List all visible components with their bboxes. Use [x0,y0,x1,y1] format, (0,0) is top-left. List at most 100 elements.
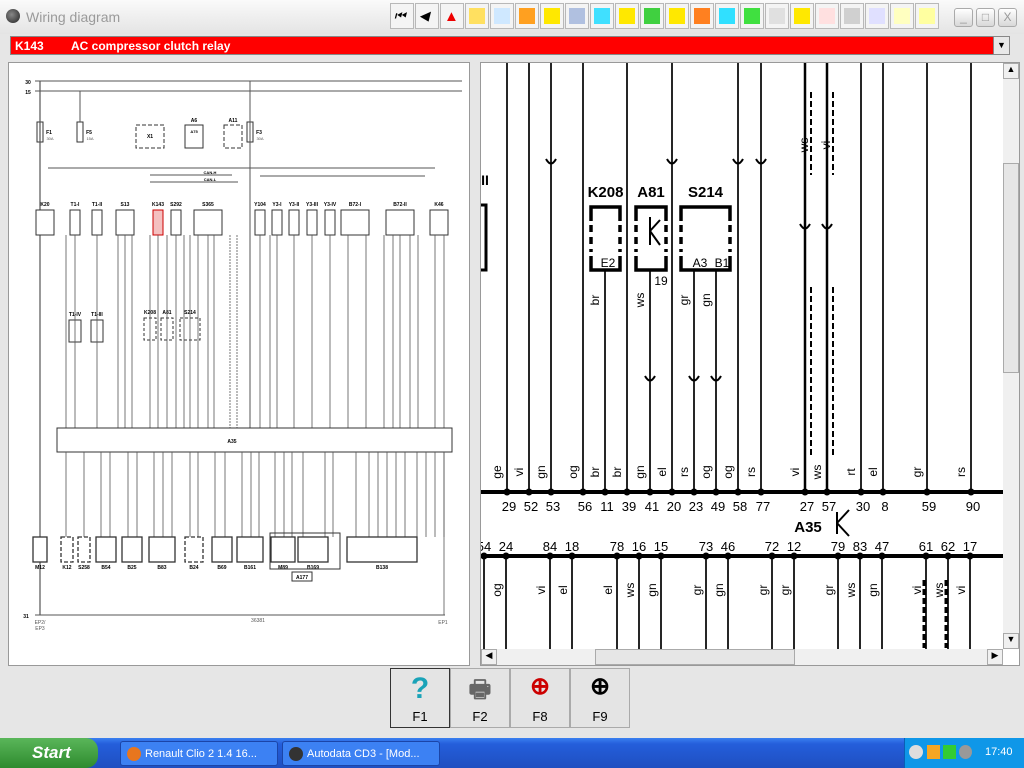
component-label: B24 [189,565,198,571]
pin-number: 23 [689,499,703,514]
pin-number: 83 [853,539,867,554]
selected-code: K143 [15,39,44,53]
component-label: B83 [157,565,166,571]
component-label: Y3-II [289,202,300,208]
minimize-button[interactable]: _ [954,8,973,27]
triangle-icon[interactable] [865,3,889,29]
warning-icon-glyph: ▲ [444,8,459,25]
maximize-button[interactable]: □ [976,8,995,27]
scroll-left-button[interactable]: ◀ [481,649,497,665]
pin-number: 78 [610,539,624,554]
relay-icon[interactable] [715,3,739,29]
scroll-right-button[interactable]: ▶ [987,649,1003,665]
wire-color: el [655,467,669,476]
key-icon-glyph [894,8,910,24]
printer-icon[interactable] [740,3,764,29]
tray-app-icon[interactable] [927,745,940,759]
rail-label: 15 [25,90,31,96]
pin-number: 72 [765,539,779,554]
component-label: A75 [190,129,198,134]
detail-diagram[interactable]: 29 ge 52 vi 53 gn 56 og 11 br 39 br 41 gn 20 el 23 rs 49 og… [477,62,1020,666]
tray-network-icon[interactable] [943,745,956,759]
service-icon[interactable] [815,3,839,29]
component-B24 [184,536,204,563]
first-page-icon[interactable]: ⏮ [390,3,414,29]
note-icon[interactable] [915,3,939,29]
warning-icon[interactable]: ▲ [440,3,464,29]
timing-icon-glyph [544,8,560,24]
fkey-f2-button[interactable]: 🖶 F2 [450,668,510,728]
pin-number: 12 [787,539,801,554]
wire-color: el [556,585,570,594]
injector-icon[interactable] [665,3,689,29]
component-label: S365 [202,202,214,208]
wire-color: gr [822,585,836,596]
document-icon[interactable] [765,3,789,29]
warning-lights-icon[interactable] [790,3,814,29]
detail-svg[interactable]: 29 ge 52 vi 53 gn 56 og 11 br 39 br 41 gn 20 el 23 rs 49 og… [477,63,1003,649]
close-button[interactable]: X [998,8,1017,27]
zoom-component-icon: ⊕ [529,673,551,700]
fkey-label: F1 [412,709,428,724]
key-icon[interactable] [890,3,914,29]
vertical-scrollbar[interactable]: ▲ ▼ [1003,63,1019,649]
scroll-up-button[interactable]: ▲ [1003,63,1019,79]
fkey-label: F9 [592,709,608,724]
component-label: K12 [62,565,71,571]
battery-icon[interactable] [615,3,639,29]
horizontal-scroll-thumb[interactable] [595,649,795,665]
wire-color: gn [866,583,880,596]
seat-icon-glyph [644,8,660,24]
scroll-down-button[interactable]: ▼ [1003,633,1019,649]
pin-number: 90 [966,499,980,514]
start-label: Start [32,743,71,762]
ecu-label: A35 [794,519,822,536]
spark-plug-icon[interactable] [690,3,714,29]
component-icon[interactable] [465,3,489,29]
wire-color: ws [623,583,637,599]
wire-color: ws [797,138,811,154]
pin-number: 16 [632,539,646,554]
fkey-f1-button[interactable]: ? F1 [390,668,450,728]
overview-svg[interactable]: 301531EP2/EP3EP136381F130AF515AF330ACAN-… [9,63,471,667]
tools-icon[interactable] [490,3,514,29]
pin-number: 17 [963,539,977,554]
component-label: M12 [35,565,45,571]
component-selector[interactable]: K143 AC compressor clutch relay ▼ [10,36,1010,55]
pin-number: 57 [822,499,836,514]
wire-color: vi [910,586,924,595]
fkey-f8-button[interactable]: ⊕ F8 [510,668,570,728]
engine-icon[interactable] [515,3,539,29]
fuse-rating: 30A [46,136,53,141]
task-autodata[interactable]: Autodata CD3 - [Mod... [282,741,440,766]
component-label: K46 [434,202,443,208]
start-button[interactable]: Start [0,738,98,768]
timing-icon[interactable] [540,3,564,29]
chevron-down-icon[interactable]: ▼ [993,37,1009,54]
wire-color: el [866,467,880,476]
diagnostic-icon[interactable] [590,3,614,29]
vertical-scroll-thumb[interactable] [1003,163,1019,373]
wheel-icon[interactable] [565,3,589,29]
seat-icon[interactable] [640,3,664,29]
component-K12 [60,536,74,563]
component-label: Y104 [254,202,266,208]
pin-label: A3 [693,256,708,270]
title-bar: Wiring diagram _ □ X ⏮ ◀ ▲ [0,0,1024,34]
wire-color: og [699,465,713,478]
wire-color: gr [756,585,770,596]
gear-icon[interactable] [840,3,864,29]
component-label: B169 [307,565,319,571]
system-tray: 17:40 [904,738,1024,768]
horizontal-scrollbar[interactable]: ◀ ▶ [481,649,1003,665]
wire-color: ge [490,465,504,479]
task-firefox[interactable]: Renault Clio 2 1.4 16... [120,741,278,766]
transistor-icon [836,509,850,537]
overview-diagram[interactable]: 30 15 31 EP2/EP3 EP1 36381 F1 30A F5 15A F3 30A CAN-… [8,62,470,666]
pin-number: 27 [800,499,814,514]
wire-color: gr [910,467,924,478]
tray-volume-icon[interactable] [959,745,972,759]
previous-page-icon[interactable]: ◀ [415,3,439,29]
tray-expand-icon[interactable] [909,745,923,759]
fkey-f9-button[interactable]: ⊕ F9 [570,668,630,728]
